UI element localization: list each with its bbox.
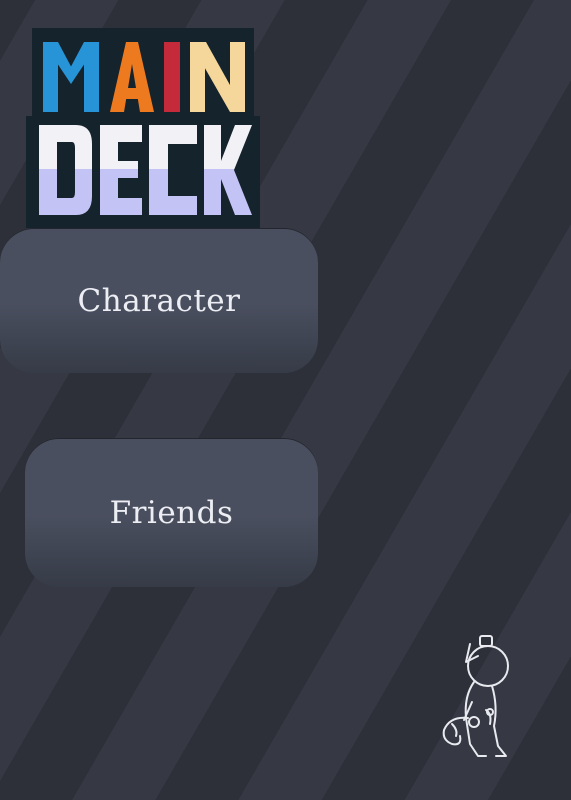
logo-word-deck bbox=[39, 125, 252, 215]
cat-doodle-icon bbox=[442, 635, 509, 757]
logo-lettering bbox=[39, 42, 252, 215]
character-button-label: Character bbox=[77, 282, 241, 319]
character-button[interactable]: Character bbox=[0, 228, 318, 373]
friends-button-label: Friends bbox=[109, 494, 234, 531]
logo-letter-a bbox=[110, 42, 154, 112]
logo-letter-i bbox=[164, 42, 180, 112]
logo-letter-m bbox=[43, 42, 99, 112]
logo-letter-n bbox=[190, 42, 245, 112]
friends-button[interactable]: Friends bbox=[25, 438, 318, 587]
main-deck-logo bbox=[26, 28, 260, 228]
